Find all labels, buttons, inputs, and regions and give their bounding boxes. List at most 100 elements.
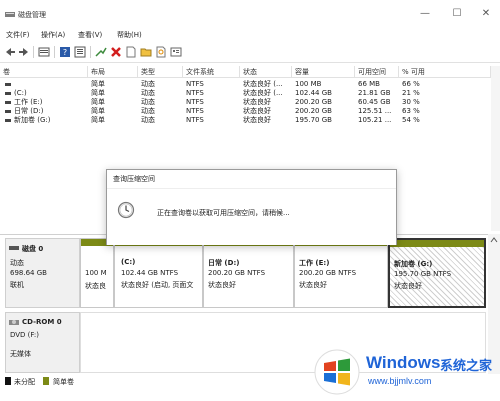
- status-cell: 状态良好 (...: [243, 80, 283, 88]
- partition-status: 状态良好 (启动, 页面文: [121, 281, 194, 289]
- cdrom-0-label[interactable]: CD-ROM 0 DVD (F:) 无媒体: [5, 312, 80, 373]
- status-cell: 状态良好: [243, 98, 271, 106]
- free-space-cell: 125.51 ...: [358, 107, 392, 115]
- search-icon[interactable]: [155, 46, 167, 58]
- menu-view[interactable]: 查看(V): [78, 30, 102, 40]
- column-header-type[interactable]: 类型: [138, 66, 183, 78]
- back-icon[interactable]: [4, 46, 16, 58]
- capacity-cell: 195.70 GB: [295, 116, 332, 124]
- partition-g-selected[interactable]: 新加卷 (G:) 195.70 GB NTFS 状态良好: [388, 238, 486, 308]
- volume-name: 日常 (D:): [14, 107, 44, 115]
- query-shrink-dialog: 查询压缩空间 正在查询卷以获取可用压缩空间，请稍候...: [106, 169, 397, 245]
- blank-doc-icon[interactable]: [125, 46, 137, 58]
- free-space-cell: 21.81 GB: [358, 89, 391, 97]
- properties-icon[interactable]: [74, 46, 86, 58]
- capacity-cell: 200.20 GB: [295, 98, 332, 106]
- partition-name: (C:): [121, 258, 136, 266]
- volume-icon: [5, 109, 11, 113]
- percent-free-cell: 63 %: [402, 107, 420, 115]
- partition-status: 状态良: [85, 282, 106, 290]
- cdrom-media: 无媒体: [10, 350, 31, 358]
- cd-drive-icon: [9, 320, 19, 325]
- column-header-capacity[interactable]: 容量: [292, 66, 355, 78]
- layout-cell: 简单: [91, 116, 105, 124]
- connect-icon[interactable]: [95, 46, 107, 58]
- type-cell: 动态: [141, 89, 155, 97]
- type-cell: 动态: [141, 98, 155, 106]
- folder-icon[interactable]: [140, 46, 152, 58]
- column-header-status[interactable]: 状态: [240, 66, 292, 78]
- clock-icon: [117, 201, 135, 219]
- column-header-layout[interactable]: 布局: [88, 66, 138, 78]
- percent-free-cell: 66 %: [402, 80, 420, 88]
- volume-name: 新加卷 (G:): [14, 116, 51, 124]
- disk-0-label[interactable]: 磁盘 0 动态 698.64 GB 联机: [5, 238, 80, 308]
- delete-icon[interactable]: [110, 46, 122, 58]
- dialog-title: 查询压缩空间: [113, 175, 155, 183]
- filesystem-cell: NTFS: [186, 107, 204, 115]
- type-cell: 动态: [141, 80, 155, 88]
- free-space-cell: 60.45 GB: [358, 98, 391, 106]
- disk-list-icon[interactable]: [38, 46, 50, 58]
- toolbar-separator: [33, 46, 34, 58]
- disk-type: 动态: [10, 259, 24, 267]
- capacity-cell: 100 MB: [295, 80, 322, 88]
- percent-free-cell: 21 %: [402, 89, 420, 97]
- disk-name: 磁盘 0: [22, 245, 44, 253]
- volume-name: 工作 (E:): [14, 98, 43, 106]
- cdrom-name: CD-ROM 0: [22, 318, 62, 326]
- menu-help[interactable]: 帮助(H): [117, 30, 142, 40]
- legend-label-unallocated: 未分配: [14, 378, 35, 386]
- simple-volume-bar: [390, 240, 484, 247]
- partition-name: 工作 (E:): [299, 259, 330, 267]
- partition-c[interactable]: (C:) 102.44 GB NTFS 状态良好 (启动, 页面文: [114, 238, 203, 308]
- watermark: Windows 系统之家 www.bjjmlv.com: [300, 345, 500, 401]
- watermark-url: www.bjjmlv.com: [368, 376, 432, 386]
- svg-text:?: ?: [63, 48, 67, 57]
- partition-name: 日常 (D:): [208, 259, 240, 267]
- window-title: 磁盘管理: [18, 11, 46, 19]
- grid-icon[interactable]: [170, 46, 182, 58]
- maximize-button[interactable]: ☐: [447, 7, 467, 21]
- volume-icon: [5, 91, 11, 95]
- type-cell: 动态: [141, 116, 155, 124]
- partition-system-reserved[interactable]: 100 M 状态良: [80, 238, 114, 308]
- volume-name: (C:): [14, 89, 27, 97]
- layout-cell: 简单: [91, 89, 105, 97]
- close-button[interactable]: ✕: [476, 7, 496, 21]
- capacity-cell: 102.44 GB: [295, 89, 332, 97]
- hard-disk-icon: [9, 246, 19, 250]
- partition-size: 200.20 GB NTFS: [208, 269, 266, 277]
- partition-size: 100 M: [85, 269, 107, 277]
- partition-e[interactable]: 工作 (E:) 200.20 GB NTFS 状态良好: [294, 238, 388, 308]
- disk-status: 联机: [10, 281, 24, 289]
- volume-icon: [5, 118, 11, 122]
- filesystem-cell: NTFS: [186, 98, 204, 106]
- volume-icon: [5, 100, 11, 104]
- type-cell: 动态: [141, 107, 155, 115]
- menu-action[interactable]: 操作(A): [41, 30, 65, 40]
- cdrom-drive: DVD (F:): [10, 331, 39, 339]
- disk-management-icon: [5, 12, 15, 17]
- watermark-brand: Windows: [366, 353, 441, 372]
- scroll-up-icon[interactable]: [490, 237, 498, 243]
- legend-label-simple-volume: 简单卷: [53, 378, 74, 386]
- legend-swatch-unallocated: [5, 377, 11, 385]
- forward-icon[interactable]: [18, 46, 30, 58]
- column-header-percent-free[interactable]: % 可用: [399, 66, 491, 78]
- legend-swatch-simple-volume: [43, 377, 49, 385]
- disk-size: 698.64 GB: [10, 269, 47, 277]
- column-header-volume[interactable]: 卷: [0, 66, 88, 78]
- partition-d[interactable]: 日常 (D:) 200.20 GB NTFS 状态良好: [203, 238, 294, 308]
- status-cell: 状态良好 (...: [243, 89, 283, 97]
- minimize-button[interactable]: —: [415, 7, 435, 21]
- volume-list-scrollbar[interactable]: [491, 66, 500, 231]
- percent-free-cell: 30 %: [402, 98, 420, 106]
- partition-size: 195.70 GB NTFS: [394, 270, 452, 278]
- toolbar-separator: [54, 46, 55, 58]
- column-header-filesystem[interactable]: 文件系统: [183, 66, 240, 78]
- percent-free-cell: 54 %: [402, 116, 420, 124]
- menu-file[interactable]: 文件(F): [6, 30, 30, 40]
- column-header-free-space[interactable]: 可用空间: [355, 66, 399, 78]
- help-icon[interactable]: ?: [59, 46, 71, 58]
